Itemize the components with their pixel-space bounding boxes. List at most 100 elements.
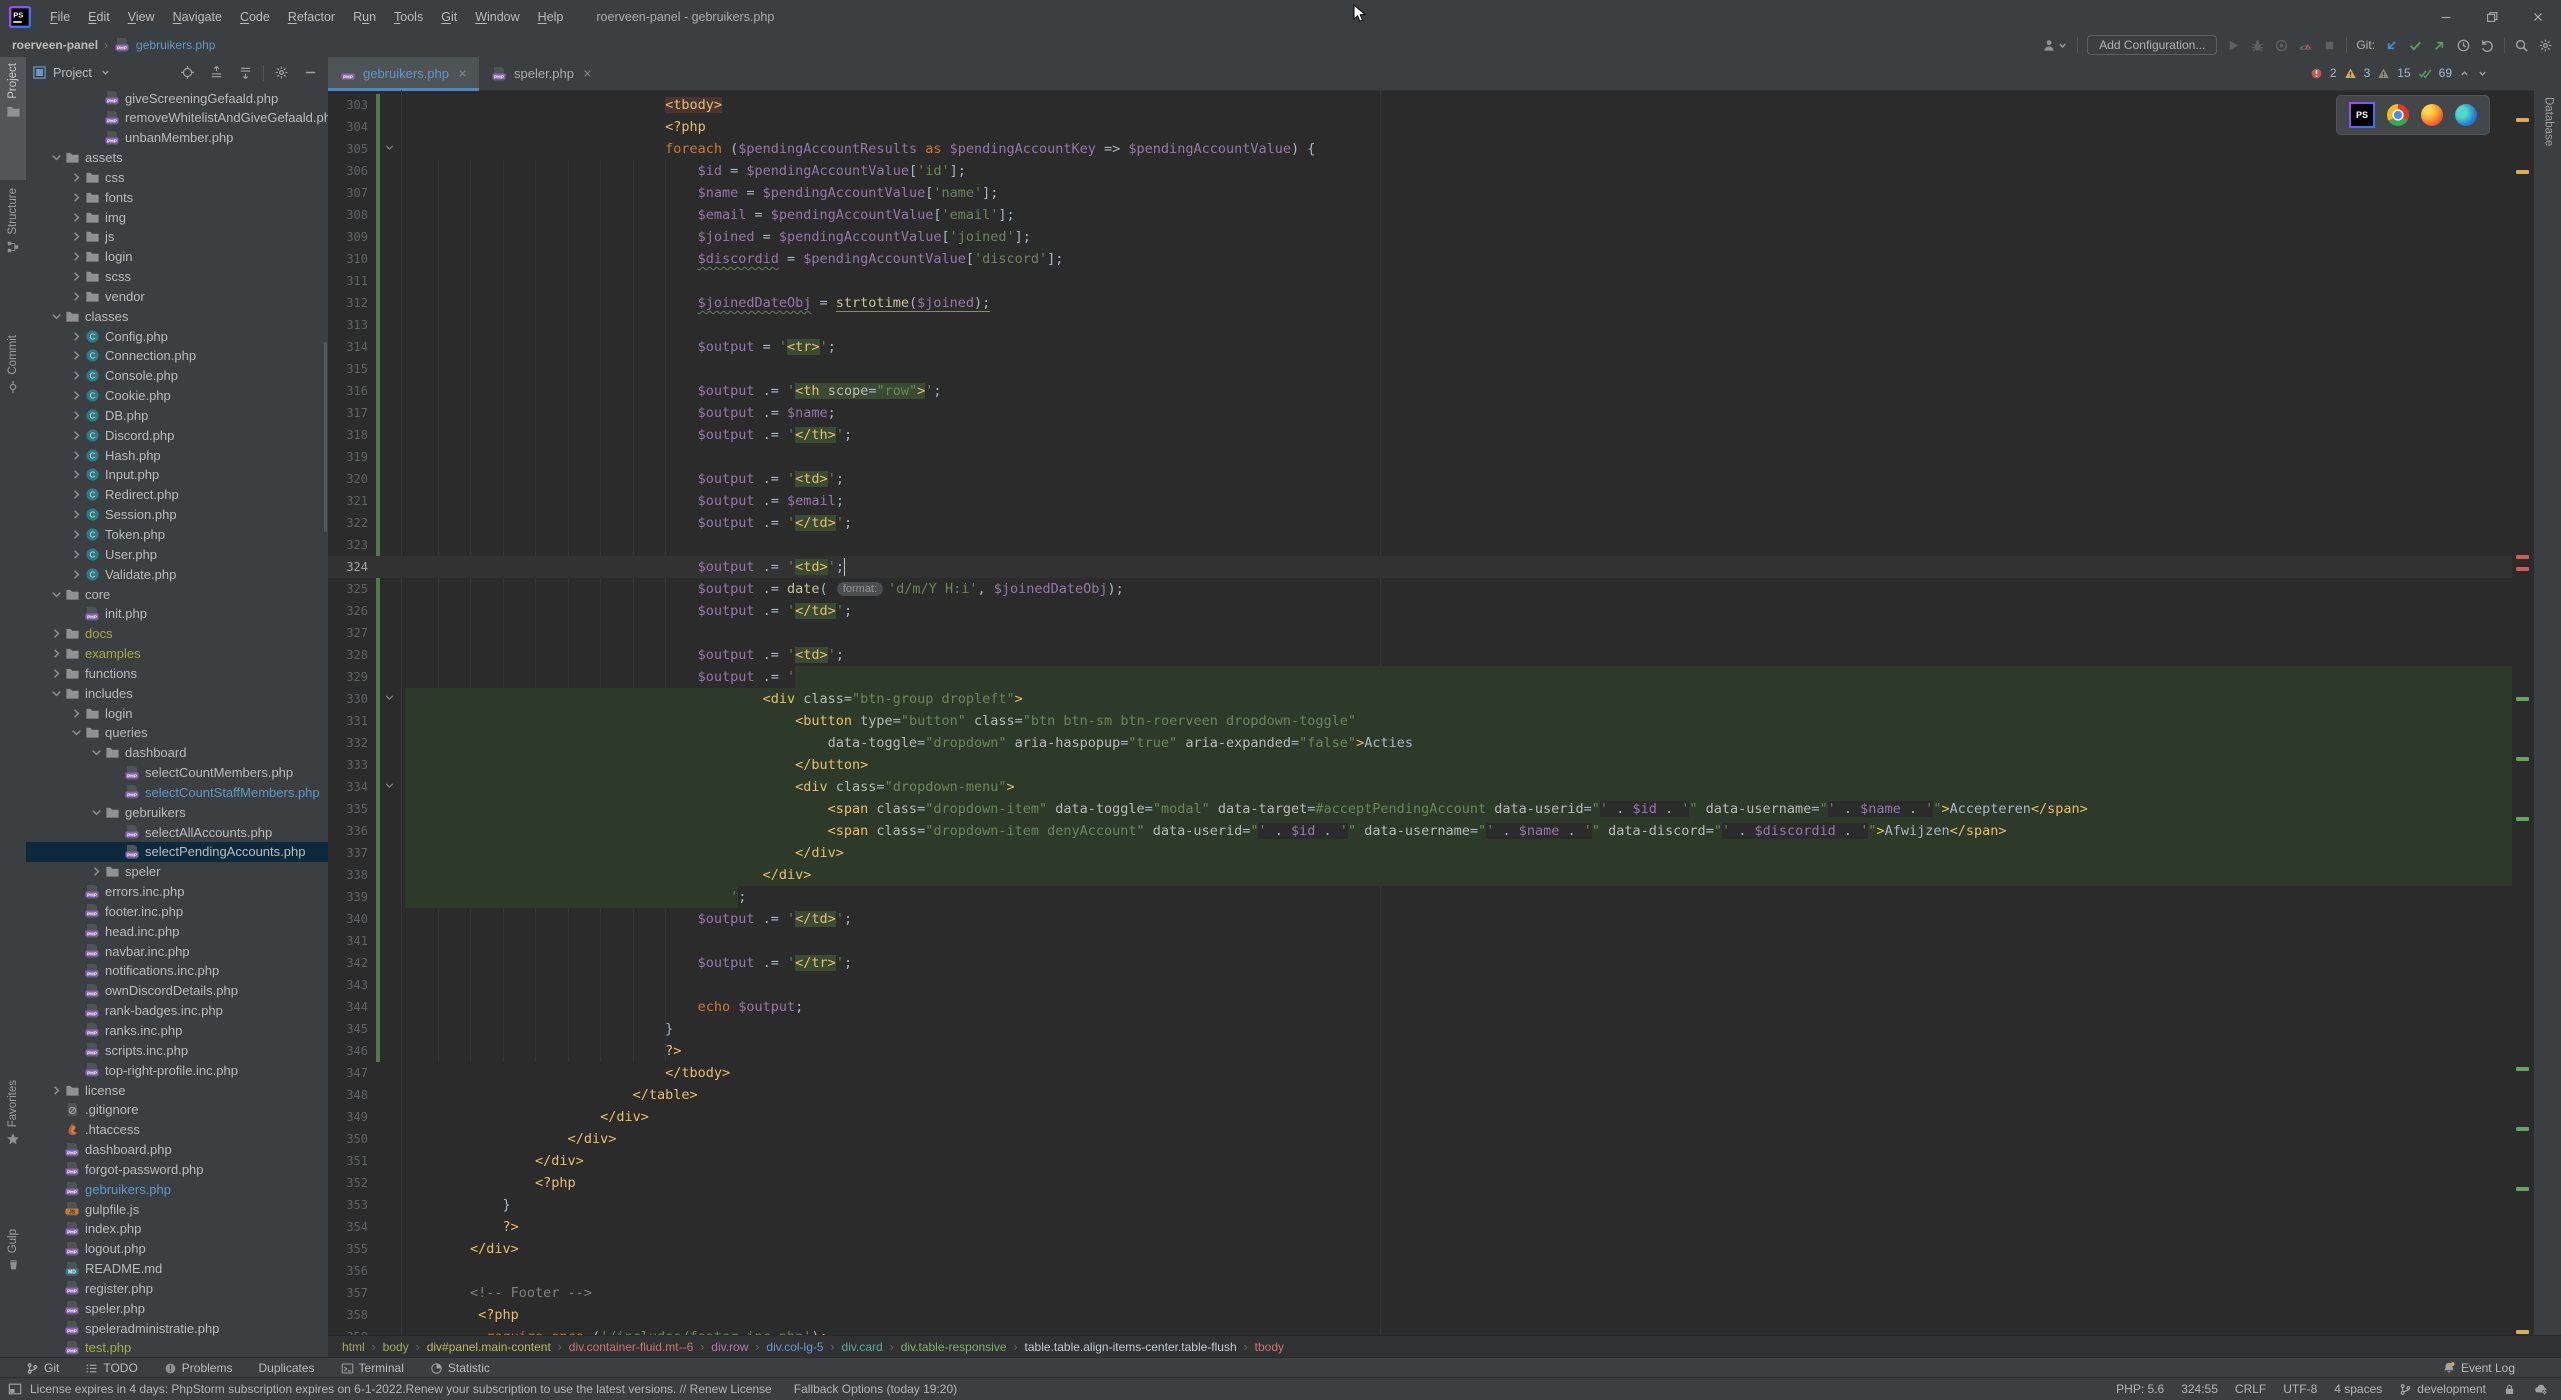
- toolwindow-event-log[interactable]: Event Log: [2442, 1361, 2515, 1375]
- line-number[interactable]: 328: [328, 644, 368, 666]
- tree-item[interactable]: CRedirect.php: [26, 485, 328, 505]
- code-line[interactable]: 314 $output = '<tr>';: [328, 336, 2512, 358]
- tree-chevron-icon[interactable]: [48, 308, 64, 324]
- close-icon[interactable]: [581, 67, 594, 80]
- line-number[interactable]: 325: [328, 578, 368, 600]
- code-line[interactable]: 303 <tbody>: [328, 94, 2512, 116]
- tree-item[interactable]: speler: [26, 862, 328, 882]
- search-icon[interactable]: [2514, 38, 2529, 53]
- code-editor[interactable]: 303 <tbody>304 <?php305 foreach ($pendin…: [328, 90, 2534, 1336]
- gear-icon[interactable]: [274, 65, 289, 80]
- code-line[interactable]: 348 </table>: [328, 1084, 2512, 1106]
- stripe-tab-project[interactable]: Project: [0, 57, 26, 180]
- code-line[interactable]: 338 </div>: [328, 864, 2512, 886]
- line-number[interactable]: 349: [328, 1106, 368, 1128]
- line-number[interactable]: 346: [328, 1040, 368, 1062]
- code-line[interactable]: 341: [328, 930, 2512, 952]
- line-number[interactable]: 358: [328, 1304, 368, 1326]
- tree-chevron-icon[interactable]: [68, 705, 84, 721]
- debug-icon[interactable]: [2250, 38, 2265, 53]
- close-button[interactable]: [2515, 0, 2561, 33]
- stripe-mark[interactable]: [2516, 697, 2529, 701]
- tree-item[interactable]: PHPranks.inc.php: [26, 1020, 328, 1040]
- code-line[interactable]: 323: [328, 534, 2512, 556]
- project-panel-title[interactable]: Project: [53, 66, 92, 80]
- code-line[interactable]: 358 <?php: [328, 1304, 2512, 1326]
- code-line[interactable]: 305 foreach ($pendingAccountResults as $…: [328, 138, 2512, 160]
- line-number[interactable]: 352: [328, 1172, 368, 1194]
- status-crlf[interactable]: CRLF: [2235, 1382, 2266, 1396]
- line-number[interactable]: 308: [328, 204, 368, 226]
- tree-chevron-icon[interactable]: [68, 427, 84, 443]
- tree-item[interactable]: CDB.php: [26, 405, 328, 425]
- tree-item[interactable]: PHPownDiscordDetails.php: [26, 981, 328, 1001]
- tree-scrollbar[interactable]: [324, 342, 327, 532]
- code-line[interactable]: 349 </div>: [328, 1106, 2512, 1128]
- code-line[interactable]: 337 </div>: [328, 842, 2512, 864]
- tree-item[interactable]: assets: [26, 148, 328, 168]
- collapse-all-button[interactable]: [238, 65, 253, 80]
- line-number[interactable]: 341: [328, 930, 368, 952]
- tree-item[interactable]: CToken.php: [26, 524, 328, 544]
- tree-item[interactable]: CDiscord.php: [26, 425, 328, 445]
- code-line[interactable]: 320 $output .= '<td>';: [328, 468, 2512, 490]
- line-number[interactable]: 339: [328, 886, 368, 908]
- status-php-5-6[interactable]: PHP: 5.6: [2116, 1382, 2164, 1396]
- browser-edge-icon[interactable]: [2455, 104, 2477, 126]
- tree-item[interactable]: PHPregister.php: [26, 1278, 328, 1298]
- tree-chevron-icon[interactable]: [88, 745, 104, 761]
- tree-item[interactable]: PHPnotifications.inc.php: [26, 961, 328, 981]
- code-line[interactable]: 315: [328, 358, 2512, 380]
- tree-chevron-icon[interactable]: [68, 229, 84, 245]
- menu-code[interactable]: Code: [231, 1, 279, 33]
- tree-item[interactable]: .htaccess: [26, 1120, 328, 1140]
- tree-chevron-icon[interactable]: [48, 685, 64, 701]
- line-number[interactable]: 309: [328, 226, 368, 248]
- line-number[interactable]: 344: [328, 996, 368, 1018]
- breadcrumb-item[interactable]: div.card: [842, 1340, 883, 1354]
- tree-item[interactable]: PHPselectPendingAccounts.php: [26, 842, 328, 862]
- line-number[interactable]: 356: [328, 1260, 368, 1282]
- tree-item[interactable]: CConsole.php: [26, 366, 328, 386]
- stripe-tab-commit[interactable]: Commit: [0, 329, 26, 441]
- tree-chevron-icon[interactable]: [68, 546, 84, 562]
- tree-item[interactable]: license: [26, 1080, 328, 1100]
- close-icon[interactable]: [456, 67, 469, 80]
- line-number[interactable]: 322: [328, 512, 368, 534]
- code-line[interactable]: 316 $output .= '<th scope="row">';: [328, 380, 2512, 402]
- fold-toggle-icon[interactable]: [383, 691, 398, 706]
- code-line[interactable]: 313: [328, 314, 2512, 336]
- menu-edit[interactable]: Edit: [79, 1, 119, 33]
- code-line[interactable]: 322 $output .= '</td>';: [328, 512, 2512, 534]
- tree-item[interactable]: login: [26, 247, 328, 267]
- tree-item[interactable]: img: [26, 207, 328, 227]
- tree-item[interactable]: PHPgiveScreeningGefaald.php: [26, 88, 328, 108]
- line-number[interactable]: 337: [328, 842, 368, 864]
- tree-chevron-icon[interactable]: [48, 586, 64, 602]
- tree-item[interactable]: PHPselectCountMembers.php: [26, 763, 328, 783]
- code-line[interactable]: 356: [328, 1260, 2512, 1282]
- line-number[interactable]: 319: [328, 446, 368, 468]
- menu-help[interactable]: Help: [529, 1, 573, 33]
- tree-item[interactable]: PHPremoveWhitelistAndGiveGefaald.php: [26, 108, 328, 128]
- menu-window[interactable]: Window: [466, 1, 528, 33]
- tree-chevron-icon[interactable]: [48, 646, 64, 662]
- code-line[interactable]: 343: [328, 974, 2512, 996]
- code-line[interactable]: 317 $output .= $name;: [328, 402, 2512, 424]
- tree-chevron-icon[interactable]: [48, 665, 64, 681]
- line-number[interactable]: 345: [328, 1018, 368, 1040]
- tree-item[interactable]: PHPforgot-password.php: [26, 1159, 328, 1179]
- tree-chevron-icon[interactable]: [48, 626, 64, 642]
- code-line[interactable]: 339 ';: [328, 886, 2512, 908]
- code-line[interactable]: 335 <span class="dropdown-item" data-tog…: [328, 798, 2512, 820]
- line-number[interactable]: 316: [328, 380, 368, 402]
- status-utf-8[interactable]: UTF-8: [2283, 1382, 2317, 1396]
- tree-item[interactable]: CHash.php: [26, 445, 328, 465]
- stripe-mark[interactable]: [2516, 817, 2529, 821]
- tree-chevron-icon[interactable]: [68, 249, 84, 265]
- code-line[interactable]: 306 $id = $pendingAccountValue['id'];: [328, 160, 2512, 182]
- tree-item[interactable]: PHPtop-right-profile.inc.php: [26, 1060, 328, 1080]
- breadcrumb-item[interactable]: div.col-lg-5: [766, 1340, 823, 1354]
- breadcrumb-item[interactable]: div.container-fluid.mt--6: [569, 1340, 694, 1354]
- code-line[interactable]: 311: [328, 270, 2512, 292]
